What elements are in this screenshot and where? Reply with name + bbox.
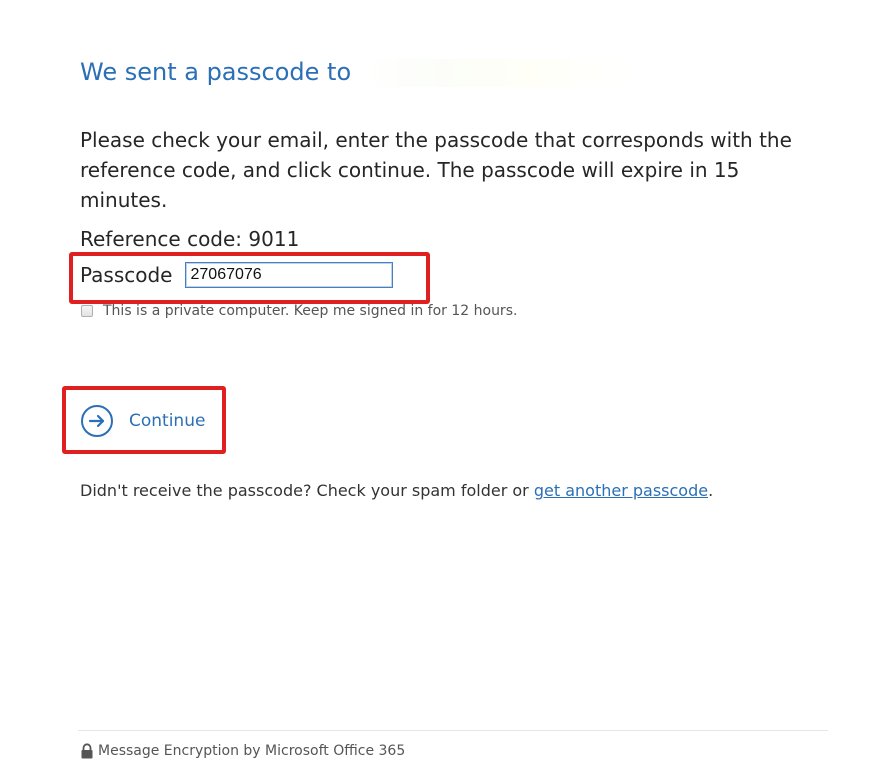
reference-code: Reference code: 9011 <box>80 227 300 251</box>
instructions-text: Please check your email, enter the passc… <box>80 128 792 212</box>
footer-text: Message Encryption by Microsoft Office 3… <box>98 743 406 759</box>
continue-highlight-box <box>62 386 226 454</box>
footer-divider <box>78 730 828 731</box>
resend-text: Didn't receive the passcode? Check your … <box>80 481 713 500</box>
passcode-highlight-box <box>69 252 430 304</box>
remember-row: This is a private computer. Keep me sign… <box>80 303 517 319</box>
lock-icon <box>81 743 93 759</box>
resend-suffix: . <box>708 481 714 500</box>
get-another-passcode-link[interactable]: get another passcode <box>534 481 708 500</box>
redacted-email <box>358 59 639 87</box>
page-title: We sent a passcode to <box>80 58 639 87</box>
remember-checkbox[interactable] <box>81 305 93 317</box>
page-title-text: We sent a passcode to <box>80 58 352 86</box>
resend-prefix: Didn't receive the passcode? Check your … <box>80 481 534 500</box>
remember-label: This is a private computer. Keep me sign… <box>103 303 518 319</box>
footer: Message Encryption by Microsoft Office 3… <box>80 743 405 759</box>
